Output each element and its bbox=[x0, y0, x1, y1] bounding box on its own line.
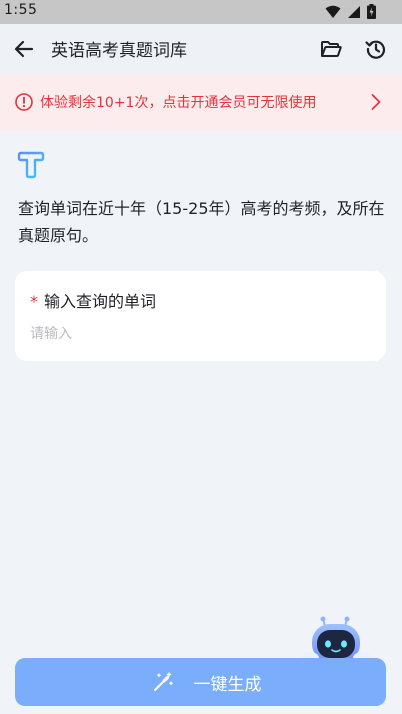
chevron-right-icon bbox=[371, 94, 381, 110]
membership-notice[interactable]: 体验剩余10+1次，点击开通会员可无限使用 bbox=[0, 74, 402, 130]
tool-logo-icon bbox=[17, 151, 45, 179]
word-input[interactable] bbox=[30, 323, 370, 345]
battery-charging-icon bbox=[367, 4, 376, 19]
app-bar: 英语高考真题词库 bbox=[0, 24, 402, 74]
back-arrow-icon[interactable] bbox=[12, 37, 36, 61]
generate-button-label: 一键生成 bbox=[193, 674, 262, 695]
history-icon[interactable] bbox=[364, 37, 388, 61]
status-bar: 1:55 bbox=[0, 0, 402, 24]
required-mark: * bbox=[30, 292, 38, 311]
page-title: 英语高考真题词库 bbox=[51, 41, 187, 61]
alert-circle-icon bbox=[15, 93, 33, 111]
folder-open-icon[interactable] bbox=[319, 37, 343, 61]
status-time: 1:55 bbox=[4, 2, 38, 18]
generate-button[interactable]: 一键生成 bbox=[15, 658, 386, 706]
magic-wand-icon bbox=[153, 672, 173, 691]
input-label-row: * 输入查询的单词 bbox=[30, 288, 156, 312]
status-icons bbox=[325, 4, 376, 19]
notice-text: 体验剩余10+1次，点击开通会员可无限使用 bbox=[40, 95, 317, 111]
input-label: 输入查询的单词 bbox=[44, 292, 157, 311]
tool-description: 查询单词在近十年（15-25年）高考的考频，及所在真题原句。 bbox=[18, 199, 385, 245]
signal-icon bbox=[348, 5, 360, 18]
word-input-card: * 输入查询的单词 bbox=[15, 271, 386, 361]
wifi-icon bbox=[325, 5, 341, 18]
